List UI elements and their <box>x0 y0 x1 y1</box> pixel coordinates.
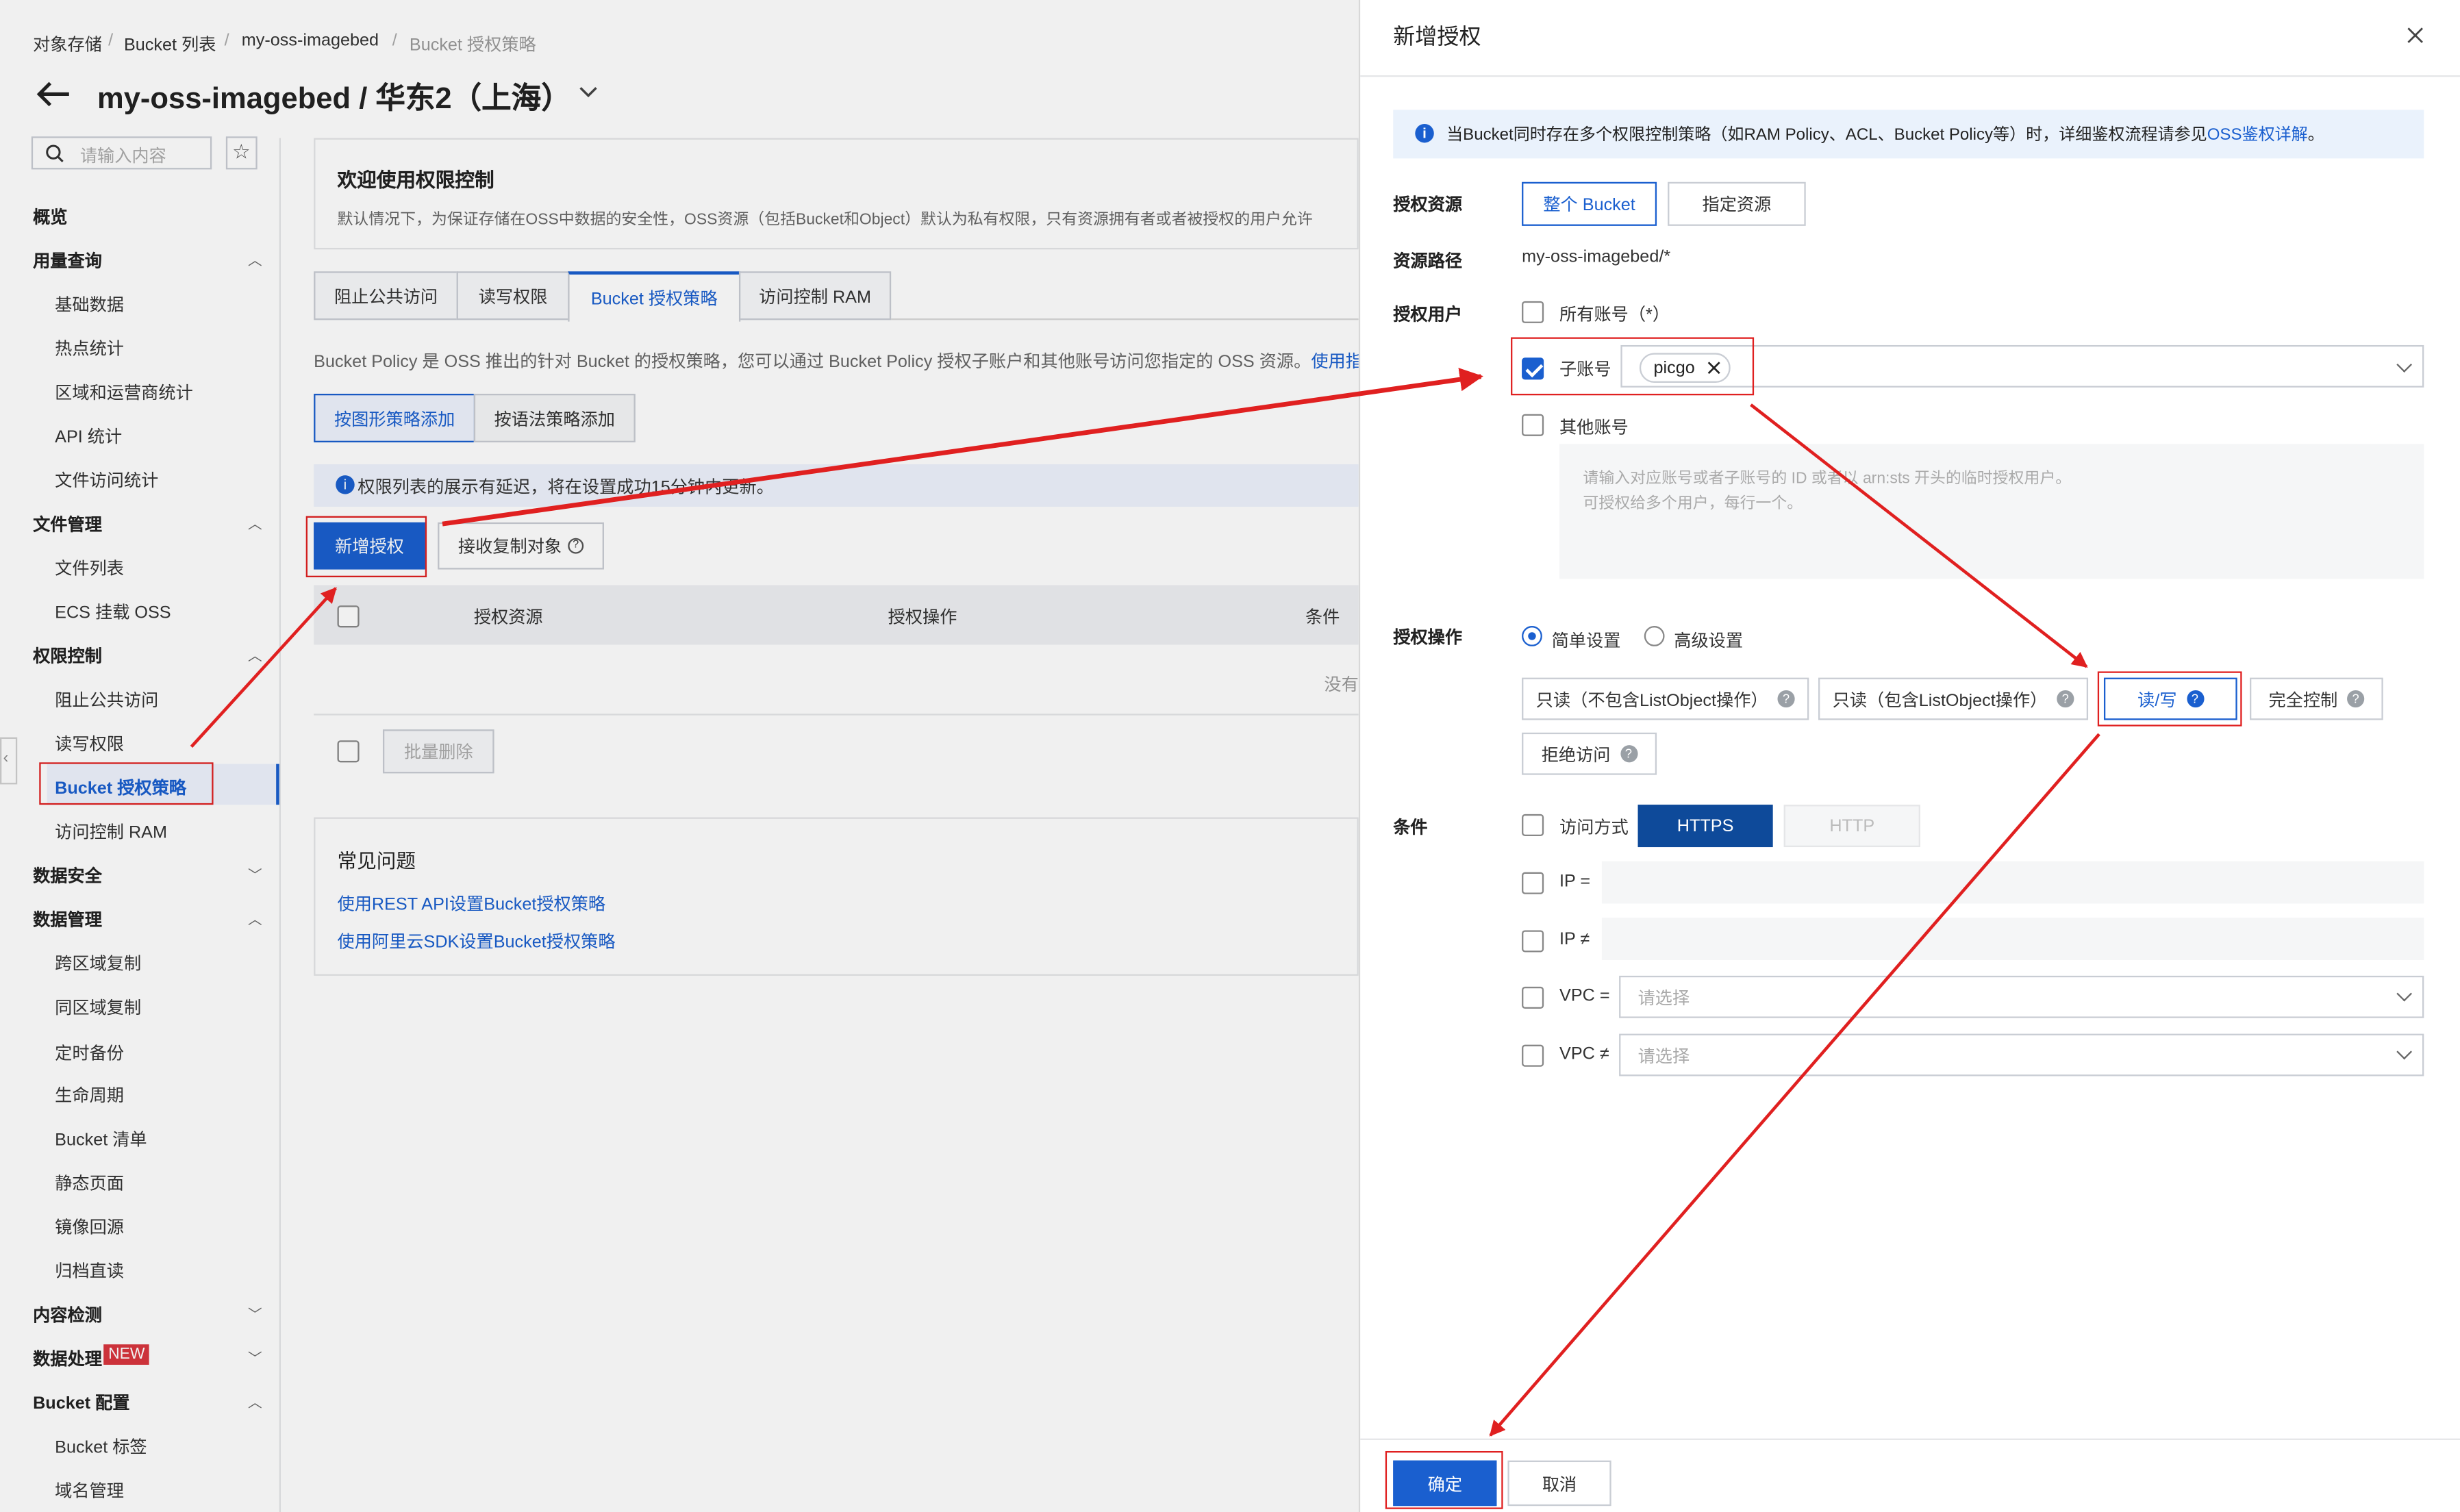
screen-root: 对象存储 / Bucket 列表 / my-oss-imagebed / Buc… <box>0 0 2460 1512</box>
annotation-arrow <box>1489 733 2100 1437</box>
annotation-arrow <box>190 587 337 748</box>
annotation-arrow <box>1750 403 2088 668</box>
annotation-arrows <box>190 368 2100 1437</box>
annotation-arrow <box>442 368 1483 527</box>
